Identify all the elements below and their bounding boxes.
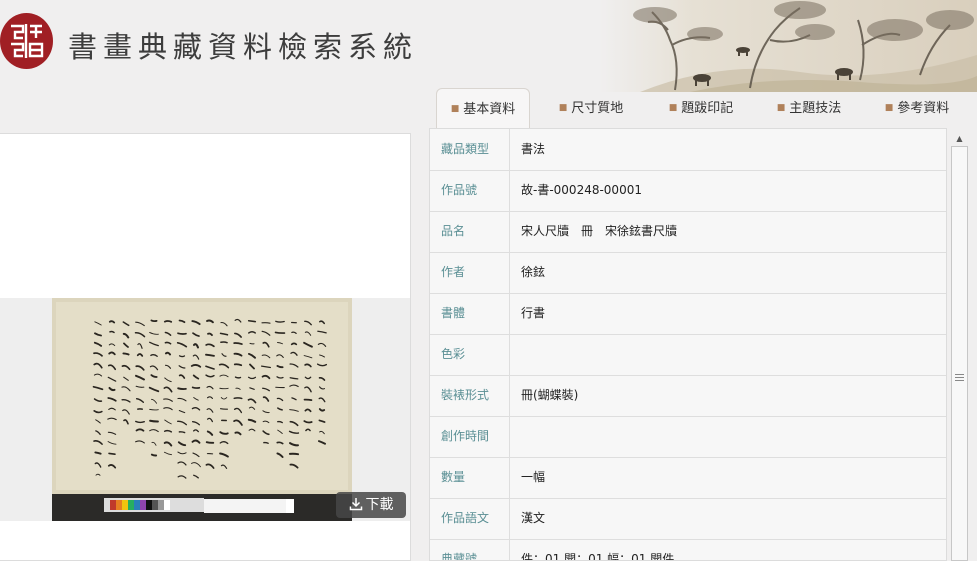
scroll-grip-icon <box>955 374 964 381</box>
header: 書畫典藏資料檢索系統 <box>0 0 977 92</box>
image-viewer-panel: 下載 <box>0 133 411 561</box>
scroll-up-arrow-icon[interactable]: ▲ <box>951 132 968 146</box>
info-row-label: 品名 <box>430 211 510 252</box>
basic-info-table: 藏品類型 書法 作品號 故-書-000248-00001 品名 宋人尺牘 冊 宋徐鉉書尺牘… <box>429 128 947 561</box>
site-logo[interactable] <box>0 13 53 69</box>
info-row: 裝裱形式 冊(蝴蝶裝) <box>430 375 946 417</box>
info-row-value: 徐鉉 <box>521 265 546 279</box>
info-row: 品名 宋人尺牘 冊 宋徐鉉書尺牘 <box>430 211 946 253</box>
info-row-label: 典藏號 <box>430 539 510 560</box>
info-row-label: 創作時間 <box>430 416 510 457</box>
tab-bullet-icon: ■ <box>776 103 786 113</box>
logo-glyph-icon <box>11 24 44 58</box>
image-band: 下載 <box>0 298 410 521</box>
download-button[interactable]: 下載 <box>336 492 406 518</box>
info-row: 藏品類型 書法 <box>430 129 946 171</box>
tab-subject-technique[interactable]: ■ 主題技法 <box>759 88 859 128</box>
info-row: 作品號 故-書-000248-00001 <box>430 170 946 212</box>
info-row: 書體 行書 <box>430 293 946 335</box>
tab-bullet-icon: ■ <box>450 104 460 114</box>
tab-size-material[interactable]: ■ 尺寸質地 <box>545 88 637 128</box>
info-row-label: 色彩 <box>430 334 510 375</box>
info-row-value: 一幅 <box>521 470 546 484</box>
info-row-label: 作者 <box>430 252 510 293</box>
info-row-value: 宋人尺牘 冊 宋徐鉉書尺牘 <box>521 224 678 238</box>
info-row-value: 漢文 <box>521 511 546 525</box>
landscape-painting-banner <box>600 0 977 92</box>
download-icon <box>349 498 362 511</box>
info-row-value: 故-書-000248-00001 <box>521 183 642 197</box>
info-row-value: 冊(蝴蝶裝) <box>521 388 579 402</box>
info-row: 作品語文 漢文 <box>430 498 946 540</box>
tab-basic-info[interactable]: ■ 基本資料 <box>436 88 530 129</box>
info-row-label: 數量 <box>430 457 510 498</box>
info-row-label: 裝裱形式 <box>430 375 510 416</box>
tab-inscriptions-seals[interactable]: ■ 題跋印記 <box>651 88 751 128</box>
tab-references[interactable]: ■ 參考資料 <box>867 88 967 128</box>
info-row: 典藏號件：01 開：01 幅：01 開件 <box>430 539 946 561</box>
info-row-value: 書法 <box>521 142 546 156</box>
info-row-label: 作品號 <box>430 170 510 211</box>
tab-bullet-icon: ■ <box>884 103 894 113</box>
tab-bullet-icon: ■ <box>668 103 678 113</box>
info-row: 作者 徐鉉 <box>430 252 946 294</box>
info-row: 色彩 <box>430 334 946 376</box>
info-row-value: 行書 <box>521 306 546 320</box>
site-title: 書畫典藏資料檢索系統 <box>68 30 419 64</box>
scrollbar[interactable]: ▲ <box>947 128 977 561</box>
calligraphy-artwork-image[interactable] <box>52 298 352 521</box>
info-row-label: 書體 <box>430 293 510 334</box>
info-row-value: 件：01 開：01 幅：01 開件 <box>521 552 675 561</box>
info-row-label: 作品語文 <box>430 498 510 539</box>
tab-bullet-icon: ■ <box>558 103 568 113</box>
info-row: 數量 一幅 <box>430 457 946 499</box>
tab-bar: ■ 基本資料 ■ 尺寸質地 ■ 題跋印記 ■ 主題技法 ■ 參考資料 <box>433 88 977 129</box>
info-row: 創作時間 <box>430 416 946 458</box>
scroll-thumb[interactable] <box>951 146 968 561</box>
info-row-label: 藏品類型 <box>430 129 510 170</box>
